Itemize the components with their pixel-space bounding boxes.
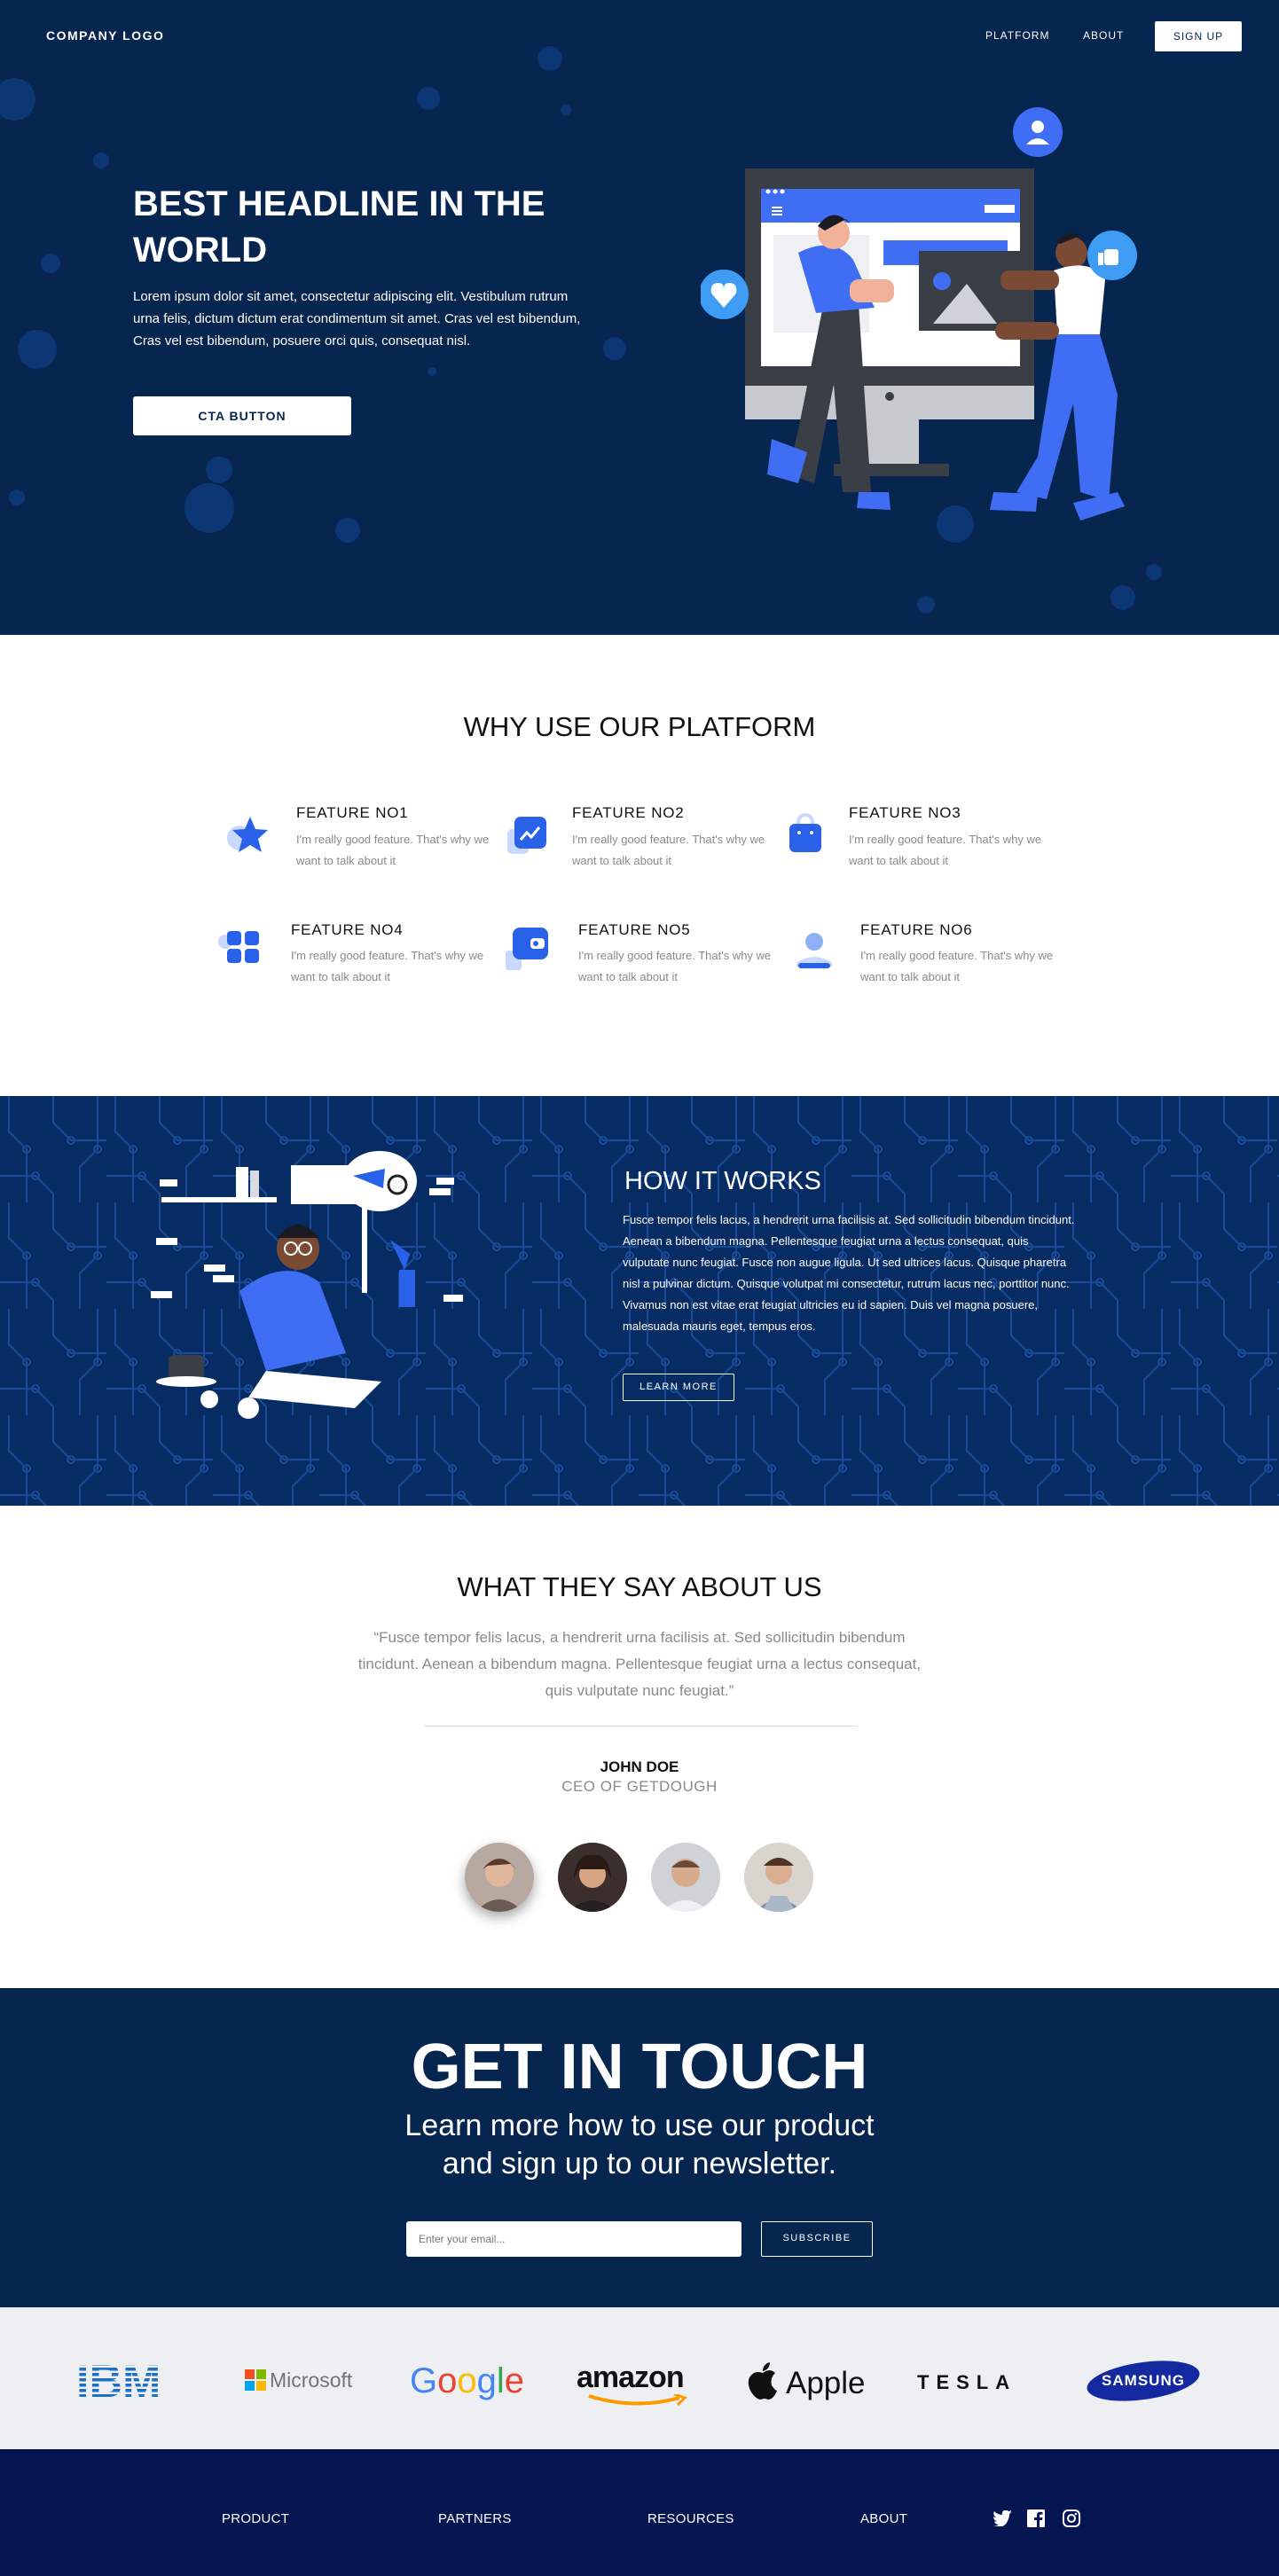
decor-bubble — [537, 46, 562, 71]
brand-logos-strip: IBM Microsoft Google amazon Apple TESLA … — [0, 2307, 1279, 2449]
testimonial-role: CEO OF GETDOUGH — [561, 1778, 718, 1795]
feature-desc-4: I'm really good feature. That's why we w… — [291, 949, 484, 983]
nav-link-platform[interactable]: PLATFORM — [985, 29, 1049, 42]
nav-link-about[interactable]: ABOUT — [1083, 29, 1124, 42]
avatar-3[interactable] — [651, 1843, 720, 1912]
feature-title-1: FEATURE NO1 — [296, 804, 409, 821]
feature-title-3: FEATURE NO3 — [849, 804, 961, 821]
hero-section: COMPANY LOGO PLATFORM ABOUT SIGN UP BEST… — [0, 0, 1279, 635]
chart-icon — [507, 817, 546, 854]
amazon-smile-icon — [588, 2394, 687, 2407]
avatar-2[interactable] — [558, 1843, 627, 1912]
apple-logo-text: Apple — [786, 2366, 866, 2400]
avatar-2-photo — [558, 1843, 627, 1912]
instagram-icon[interactable] — [1063, 2509, 1080, 2527]
feature-title-6: FEATURE NO6 — [860, 921, 973, 938]
learn-more-button[interactable]: LEARN MORE — [623, 1374, 734, 1401]
feature-desc-3: I'm really good feature. That's why we w… — [849, 833, 1042, 867]
decor-bubble — [1146, 564, 1162, 580]
google-logo: Google — [410, 2361, 524, 2400]
feature-desc-1: I'm really good feature. That's why we w… — [296, 833, 490, 867]
bag-icon — [789, 812, 821, 852]
apple-icon — [748, 2362, 777, 2400]
testimonial-title: WHAT THEY SAY ABOUT US — [457, 1571, 822, 1602]
company-logo[interactable]: COMPANY LOGO — [46, 28, 164, 43]
testimonial-quote: “Fusce tempor felis lacus, a hendrerit u… — [357, 1629, 922, 1699]
contact-subtitle-line-1: Learn more how to use our product — [404, 2109, 875, 2142]
how-title: HOW IT WORKS — [624, 1167, 821, 1195]
ibm-stripes: IBM — [76, 2356, 161, 2408]
email-input[interactable] — [406, 2221, 742, 2257]
decor-bubble — [603, 337, 626, 360]
google-logo-text: Google — [410, 2361, 524, 2400]
microsoft-logo-text: Microsoft — [270, 2369, 353, 2392]
decor-bubble — [0, 78, 35, 121]
twitter-icon[interactable] — [993, 2510, 1012, 2526]
avatar-3-photo — [651, 1843, 720, 1912]
decor-bubble — [428, 367, 436, 376]
decor-bubble — [93, 153, 109, 168]
decor-bubble — [9, 489, 25, 505]
features-title: WHY USE OUR PLATFORM — [463, 711, 816, 742]
decor-bubble — [1110, 585, 1135, 610]
hero-headline: BEST HEADLINE IN THE WORLD — [133, 184, 545, 270]
footer-link-resources[interactable]: RESOURCES — [647, 2511, 734, 2526]
how-description: Fusce tempor felis lacus, a hendrerit ur… — [623, 1213, 1075, 1333]
avatar-1[interactable] — [465, 1843, 534, 1912]
ibm-logo: IBM — [76, 2356, 192, 2408]
tesla-logo-text: TESLA — [917, 2371, 1017, 2393]
contact-subtitle-line-2: and sign up to our newsletter. — [442, 2147, 837, 2181]
hero-illustration — [701, 107, 1137, 521]
microsoft-icon — [245, 2369, 266, 2391]
feature-title-5: FEATURE NO5 — [578, 921, 691, 938]
footer-link-product[interactable]: PRODUCT — [222, 2511, 289, 2526]
decor-bubble — [206, 457, 232, 483]
decor-bubble — [18, 330, 57, 369]
testimonial-name: JOHN DOE — [600, 1758, 679, 1775]
subscribe-button[interactable]: SUBSCRIBE — [761, 2221, 873, 2257]
decor-bubble — [335, 518, 360, 543]
feature-title-2: FEATURE NO2 — [572, 804, 685, 821]
decor-bubble — [41, 254, 60, 273]
feature-desc-6: I'm really good feature. That's why we w… — [860, 949, 1054, 983]
facebook-icon[interactable] — [1027, 2509, 1045, 2527]
feature-desc-5: I'm really good feature. That's why we w… — [578, 949, 772, 983]
avatar-1-photo — [465, 1843, 534, 1912]
decor-bubble — [417, 87, 440, 110]
footer-link-partners[interactable]: PARTNERS — [438, 2511, 512, 2526]
feature-title-4: FEATURE NO4 — [291, 921, 404, 938]
contact-title: GET IN TOUCH — [411, 2032, 868, 2102]
how-illustration — [151, 1151, 463, 1419]
feature-desc-2: I'm really good feature. That's why we w… — [572, 833, 765, 867]
avatar-4[interactable] — [744, 1843, 813, 1912]
ibm-logo-text: IBM — [76, 2357, 161, 2401]
contact-subtitle: Learn more how to use our product and si… — [0, 2107, 1279, 2183]
avatar-4-photo — [744, 1843, 813, 1912]
footer — [0, 2449, 1279, 2576]
wallet-icon — [506, 928, 548, 970]
decor-bubble — [184, 483, 234, 533]
samsung-logo-text: SAMSUNG — [1102, 2372, 1185, 2389]
cta-button[interactable]: CTA BUTTON — [133, 396, 351, 435]
user-icon — [796, 933, 832, 968]
grid-icon — [218, 931, 259, 963]
decor-bubble — [917, 596, 935, 614]
hero-description: Lorem ipsum dolor sit amet, consectetur … — [133, 289, 581, 348]
amazon-logo-text: amazon — [577, 2361, 685, 2394]
footer-link-about[interactable]: ABOUT — [860, 2511, 907, 2526]
decor-bubble — [561, 105, 571, 115]
star-icon — [227, 817, 268, 852]
signup-button[interactable]: SIGN UP — [1155, 21, 1242, 51]
